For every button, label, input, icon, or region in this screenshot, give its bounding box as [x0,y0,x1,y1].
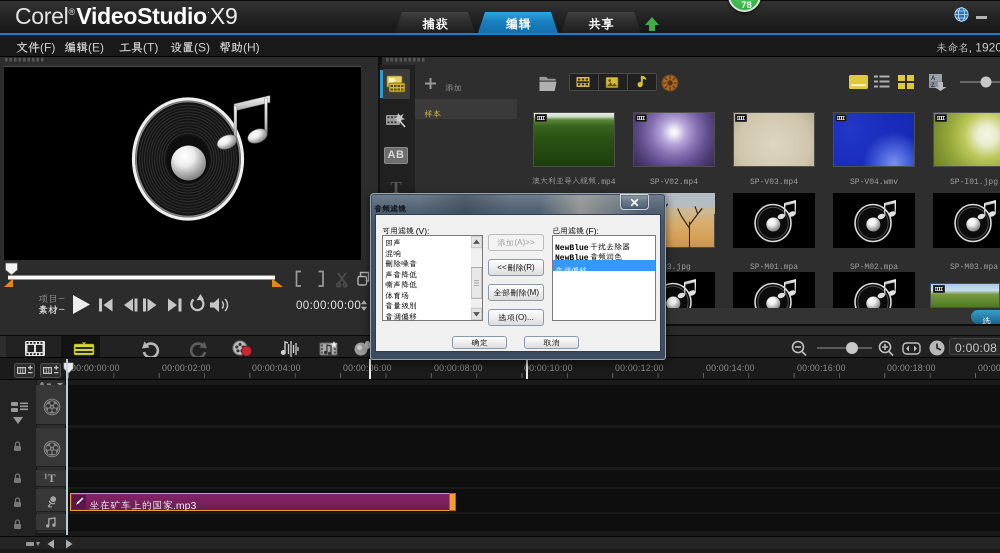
svg-text:Z: Z [931,83,935,89]
svg-text:00:00:02:00: 00:00:02:00 [162,363,211,373]
svg-text:00:00:12:00: 00:00:12:00 [615,363,664,373]
svg-text:00:00:14:00: 00:00:14:00 [706,363,755,373]
svg-text:00:00:08:00: 00:00:08:00 [434,363,483,373]
svg-text:00:00:10:00: 00:00:10:00 [524,363,573,373]
svg-text:00:00:16:00: 00:00:16:00 [797,363,846,373]
svg-text:00:00:20:00: 00:00:20:00 [978,363,1000,373]
svg-text:00:00:18:00: 00:00:18:00 [887,363,936,373]
svg-text:A: A [931,76,936,82]
svg-text:00:00:04:00: 00:00:04:00 [252,363,301,373]
svg-text:00:00:00:00: 00:00:00:00 [71,363,120,373]
svg-text:00:00:06:00: 00:00:06:00 [343,363,392,373]
